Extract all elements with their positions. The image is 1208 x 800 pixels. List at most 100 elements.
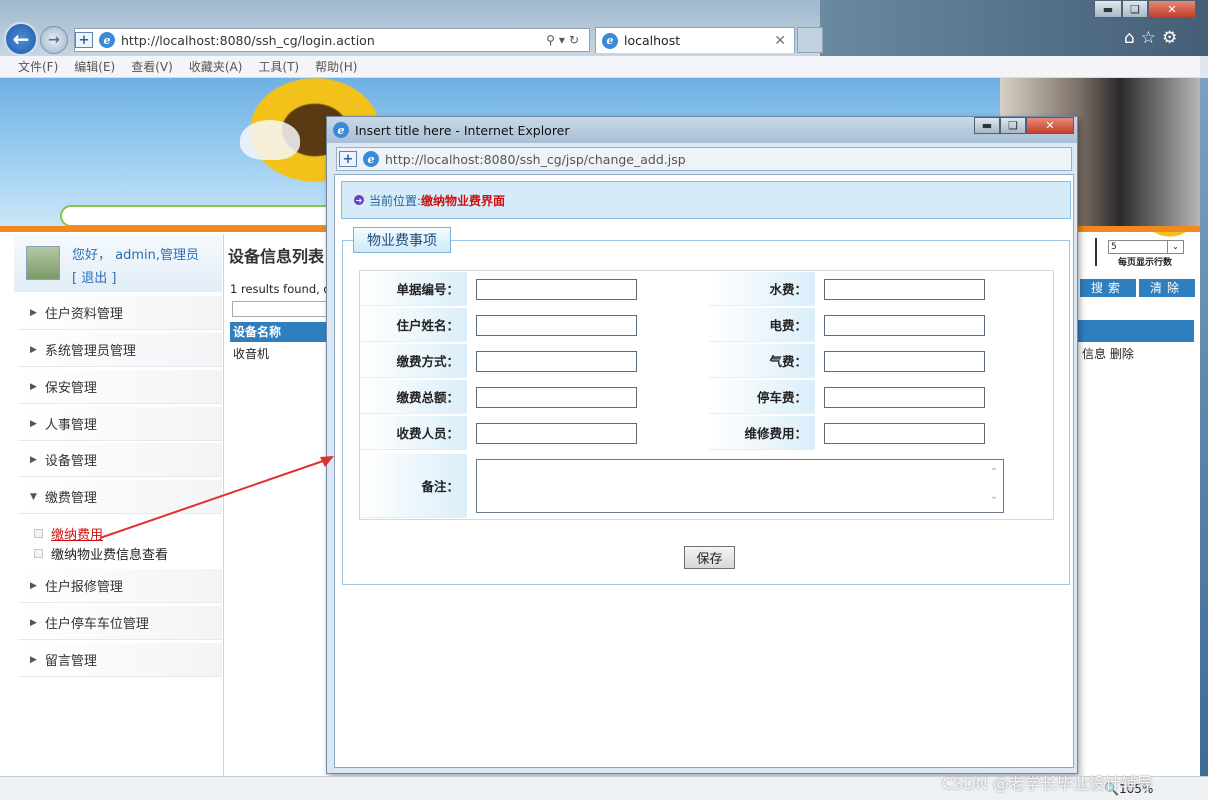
- gear-icon[interactable]: ⚙: [1162, 28, 1183, 48]
- tab-title: localhost: [624, 33, 681, 48]
- sidebar-item-residents[interactable]: ▶ 住户资料管理: [18, 296, 222, 330]
- minimize-button[interactable]: ▬: [1094, 0, 1122, 18]
- dove-image: [240, 120, 300, 160]
- arrow-right-icon: →: [48, 32, 60, 48]
- repair-fee-input[interactable]: [824, 423, 985, 444]
- caret-down-icon: ▼: [30, 491, 37, 502]
- breadcrumb-current: 缴纳物业费界面: [421, 193, 506, 208]
- menu-favorites[interactable]: 收藏夹(A): [189, 58, 243, 75]
- caret-right-icon: ▶: [30, 381, 37, 392]
- label-total-amount: 缴费总额：: [361, 380, 467, 414]
- table-row: 收音机: [233, 347, 270, 361]
- menu-bar: 文件(F) 编辑(E) 查看(V) 收藏夹(A) 工具(T) 帮助(H): [0, 56, 1200, 78]
- sidebar-item-label: 留言管理: [44, 654, 97, 669]
- address-bar[interactable]: + e http://localhost:8080/ssh_cg/login.a…: [74, 28, 590, 52]
- sidebar-item-admins[interactable]: ▶ 系统管理员管理: [18, 333, 222, 367]
- sidebar-subitem-label[interactable]: 缴纳物业费信息查看: [51, 544, 168, 563]
- popup-titlebar[interactable]: e Insert title here - Internet Explorer: [327, 117, 1077, 143]
- star-icon[interactable]: ☆: [1141, 28, 1162, 48]
- divider: [1095, 238, 1097, 266]
- add-icon[interactable]: +: [75, 32, 93, 48]
- sidebar-item-messages[interactable]: ▶ 留言管理: [18, 643, 222, 677]
- chrome-toolbar-icons[interactable]: ⌂☆⚙: [1124, 28, 1183, 48]
- close-window-button[interactable]: ✕: [1148, 0, 1196, 18]
- menu-edit[interactable]: 编辑(E): [74, 58, 115, 75]
- rows-per-page-value: 5: [1111, 242, 1117, 252]
- add-icon[interactable]: +: [339, 151, 357, 167]
- caret-right-icon: ▶: [30, 307, 37, 318]
- sidebar-subitem-pay-fee[interactable]: 缴纳费用: [34, 524, 103, 543]
- parking-fee-input[interactable]: [824, 387, 985, 408]
- label-parking-fee: 停车费：: [709, 380, 815, 414]
- popup-minimize-button[interactable]: ▬: [974, 117, 1000, 134]
- label-bill-number: 单据编号：: [361, 272, 467, 306]
- popup-close-button[interactable]: ✕: [1026, 117, 1074, 134]
- total-amount-input[interactable]: [476, 387, 637, 408]
- ie-icon: e: [99, 32, 115, 48]
- popup-address-bar[interactable]: + e http://localhost:8080/ssh_cg/jsp/cha…: [336, 147, 1072, 171]
- list-filter-input[interactable]: [232, 301, 328, 317]
- sidebar-item-label: 设备管理: [44, 454, 97, 469]
- breadcrumb: ➜ 当前位置: 缴纳物业费界面: [341, 181, 1071, 219]
- popup-url[interactable]: http://localhost:8080/ssh_cg/jsp/change_…: [385, 152, 686, 167]
- ie-icon: e: [363, 151, 379, 167]
- close-tab-icon[interactable]: ✕: [774, 33, 786, 49]
- results-count: 1 results found, di: [230, 282, 334, 296]
- caret-right-icon: ▶: [30, 617, 37, 628]
- back-button[interactable]: ←: [4, 22, 38, 56]
- popup-maximize-button[interactable]: ❏: [1000, 117, 1026, 134]
- label-payment-method: 缴费方式：: [361, 344, 467, 378]
- new-tab-button[interactable]: [797, 27, 823, 53]
- resident-name-input[interactable]: [476, 315, 637, 336]
- sidebar-item-equipment[interactable]: ▶ 设备管理: [18, 443, 222, 477]
- gas-fee-input[interactable]: [824, 351, 985, 372]
- label-electric-fee: 电费：: [709, 308, 815, 342]
- sidebar-item-label: 住户报修管理: [44, 580, 123, 595]
- menu-file[interactable]: 文件(F): [18, 58, 58, 75]
- caret-right-icon: ▶: [30, 418, 37, 429]
- page-title: 设备信息列表: [228, 247, 325, 266]
- label-gas-fee: 气费：: [709, 344, 815, 378]
- search-refresh-icons[interactable]: ⚲▾↻: [546, 33, 583, 47]
- sidebar-item-label: 缴费管理: [44, 491, 97, 506]
- sidebar-item-security[interactable]: ▶ 保安管理: [18, 370, 222, 404]
- sidebar-subitem-label[interactable]: 缴纳费用: [51, 524, 103, 543]
- fieldset-legend: 物业费事项: [353, 227, 451, 253]
- browser-tab[interactable]: e localhost ✕: [595, 27, 795, 53]
- sidebar-item-repairs[interactable]: ▶ 住户报修管理: [18, 569, 222, 603]
- breadcrumb-label: 当前位置:: [369, 193, 422, 208]
- home-icon[interactable]: ⌂: [1124, 28, 1141, 48]
- chevron-down-icon[interactable]: ⌄: [1167, 241, 1183, 253]
- save-button[interactable]: 保存: [684, 546, 735, 569]
- bill-number-input[interactable]: [476, 279, 637, 300]
- textarea-scrollbar[interactable]: ⌃ ⌄: [986, 461, 1002, 511]
- logout-link[interactable]: [ 退出 ]: [72, 267, 116, 286]
- sidebar-item-parking[interactable]: ▶ 住户停车车位管理: [18, 606, 222, 640]
- menu-view[interactable]: 查看(V): [131, 58, 173, 75]
- avatar: [26, 246, 60, 280]
- label-remark: 备注：: [361, 454, 467, 518]
- label-water-fee: 水费：: [709, 272, 815, 306]
- arrow-circle-icon: ➜: [354, 195, 364, 205]
- sidebar-subitem-view-fees[interactable]: 缴纳物业费信息查看: [34, 544, 168, 563]
- sidebar-item-hr[interactable]: ▶ 人事管理: [18, 407, 222, 441]
- remark-textarea[interactable]: [476, 459, 1004, 513]
- forward-button[interactable]: →: [40, 26, 68, 54]
- label-resident-name: 住户姓名：: [361, 308, 467, 342]
- caret-right-icon: ▶: [30, 454, 37, 465]
- maximize-button[interactable]: ❏: [1122, 0, 1148, 18]
- rows-per-page-select[interactable]: 5 ⌄: [1108, 240, 1184, 254]
- water-fee-input[interactable]: [824, 279, 985, 300]
- search-button[interactable]: 搜索: [1080, 279, 1136, 297]
- caret-right-icon: ▶: [30, 344, 37, 355]
- ie-icon: e: [333, 122, 349, 138]
- payment-method-input[interactable]: [476, 351, 637, 372]
- address-url[interactable]: http://localhost:8080/ssh_cg/login.actio…: [121, 33, 375, 48]
- sidebar-item-label: 住户停车车位管理: [44, 617, 149, 632]
- clear-button[interactable]: 清除: [1139, 279, 1195, 297]
- row-actions[interactable]: 信息 删除: [1082, 345, 1134, 362]
- window-edge: [1200, 78, 1208, 776]
- collector-input[interactable]: [476, 423, 637, 444]
- electric-fee-input[interactable]: [824, 315, 985, 336]
- sidebar-item-payment[interactable]: ▼ 缴费管理: [18, 480, 222, 514]
